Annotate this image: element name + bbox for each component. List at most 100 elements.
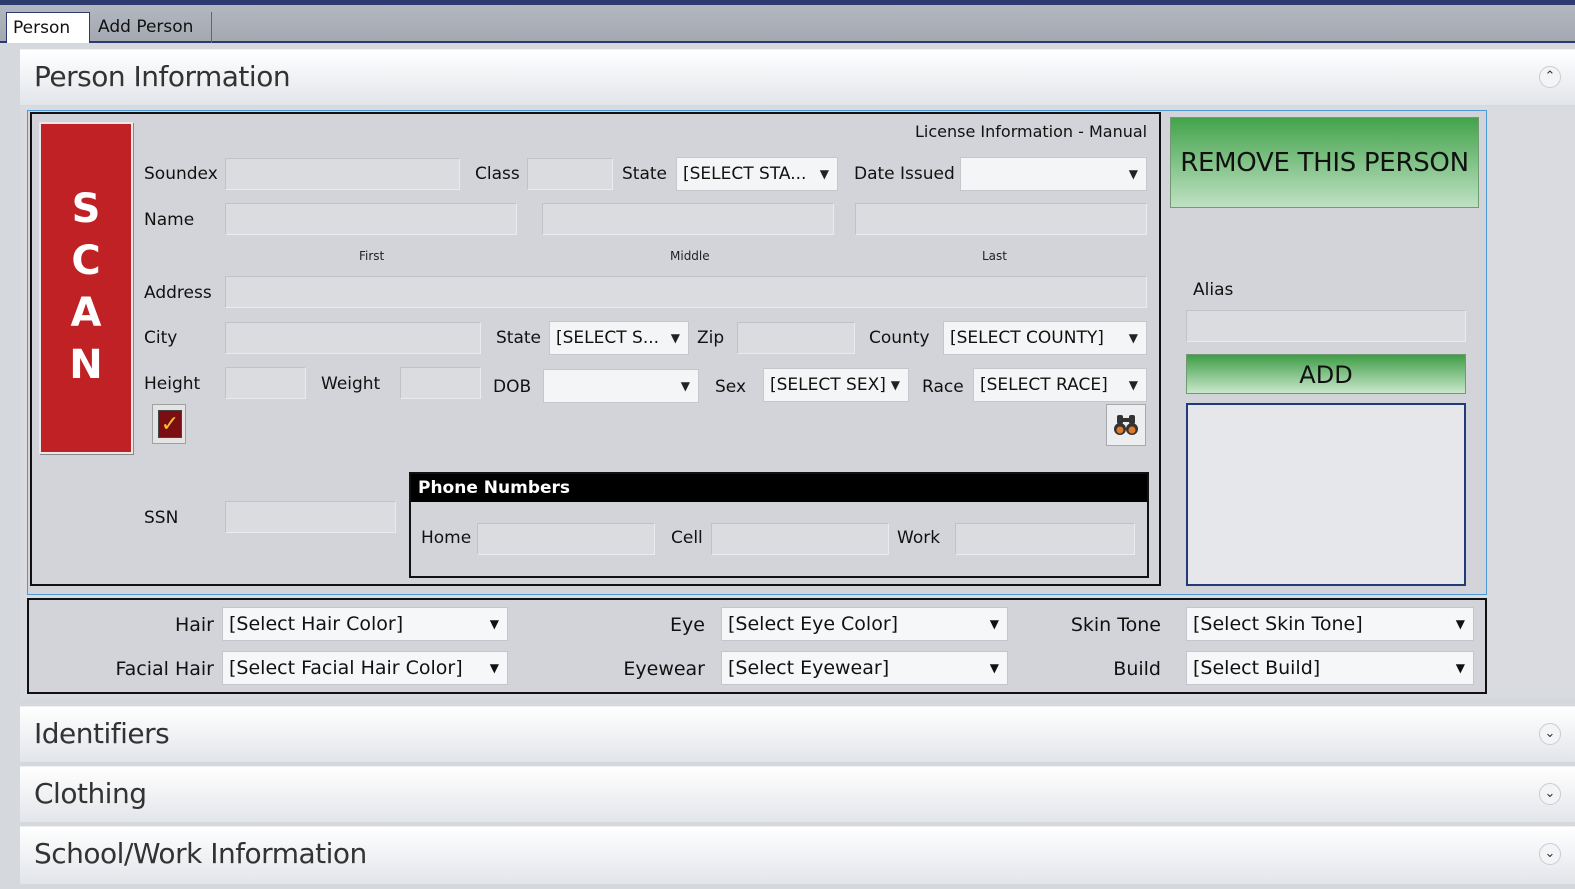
select-value: [Select Eye Color] — [728, 613, 899, 635]
ssn-input[interactable] — [225, 501, 396, 533]
collapse-icon[interactable]: ⌃ — [1539, 66, 1561, 88]
select-value: [Select Skin Tone] — [1193, 613, 1363, 635]
license-checkbox[interactable]: ✓ — [152, 404, 186, 444]
checkmark-icon: ✓ — [158, 410, 182, 438]
weight-label: Weight — [321, 374, 381, 394]
select-value: [SELECT COUNTY] — [950, 328, 1104, 348]
scan-letter: C — [71, 238, 101, 284]
ssn-label: SSN — [144, 508, 179, 528]
sex-label: Sex — [715, 377, 747, 397]
expand-icon[interactable]: ⌄ — [1539, 843, 1561, 865]
facial-hair-label: Facial Hair — [115, 658, 214, 680]
section-title: Clothing — [34, 777, 147, 810]
expand-icon[interactable]: ⌄ — [1539, 783, 1561, 805]
class-label: Class — [475, 164, 520, 184]
dropdown-arrow-icon: ▼ — [819, 167, 829, 181]
address-state-select[interactable]: [SELECT S... ▼ — [549, 321, 689, 355]
expand-icon[interactable]: ⌄ — [1539, 723, 1561, 745]
last-name-input[interactable] — [855, 203, 1147, 235]
select-value: [Select Hair Color] — [229, 613, 404, 635]
first-caption: First — [359, 249, 385, 263]
select-value: [SELECT RACE] — [980, 375, 1108, 395]
dob-label: DOB — [493, 377, 532, 397]
alias-list[interactable] — [1186, 403, 1466, 586]
county-label: County — [869, 328, 930, 348]
select-value: [SELECT S... — [556, 328, 660, 348]
license-state-select[interactable]: [SELECT STA... ▼ — [676, 157, 838, 191]
eye-color-select[interactable]: [Select Eye Color] ▼ — [721, 607, 1008, 641]
dropdown-arrow-icon: ▼ — [890, 378, 900, 392]
dropdown-arrow-icon: ▼ — [1455, 617, 1465, 631]
zip-label: Zip — [697, 328, 725, 348]
cell-phone-label: Cell — [671, 528, 703, 548]
section-title: Identifiers — [34, 717, 170, 750]
class-input[interactable] — [527, 158, 613, 190]
weight-input[interactable] — [400, 367, 481, 399]
dob-picker[interactable]: ▼ — [543, 369, 699, 403]
address-input[interactable] — [225, 276, 1147, 308]
eye-label: Eye — [670, 614, 705, 636]
skin-tone-select[interactable]: [Select Skin Tone] ▼ — [1186, 607, 1474, 641]
alias-input[interactable] — [1186, 310, 1466, 342]
dropdown-arrow-icon: ▼ — [1128, 167, 1138, 181]
hair-color-select[interactable]: [Select Hair Color] ▼ — [222, 607, 508, 641]
name-label: Name — [144, 210, 195, 230]
eyewear-select[interactable]: [Select Eyewear] ▼ — [721, 651, 1008, 685]
add-alias-button[interactable]: ADD — [1186, 354, 1466, 394]
race-select[interactable]: [SELECT RACE] ▼ — [973, 368, 1147, 402]
height-input[interactable] — [225, 367, 306, 399]
scan-letter: N — [69, 342, 103, 388]
county-select[interactable]: [SELECT COUNTY] ▼ — [943, 321, 1147, 355]
scan-letter: S — [71, 186, 101, 232]
soundex-label: Soundex — [144, 164, 218, 184]
middle-name-input[interactable] — [542, 203, 834, 235]
select-value: [SELECT SEX] — [770, 375, 886, 395]
first-name-input[interactable] — [225, 203, 517, 235]
home-phone-input[interactable] — [477, 523, 655, 555]
dropdown-arrow-icon: ▼ — [489, 617, 499, 631]
binoculars-icon[interactable] — [1106, 404, 1146, 446]
facial-hair-select[interactable]: [Select Facial Hair Color] ▼ — [222, 651, 508, 685]
state-label: State — [622, 164, 667, 184]
scan-letter: A — [70, 290, 102, 336]
dropdown-arrow-icon: ▼ — [989, 661, 999, 675]
dropdown-arrow-icon: ▼ — [670, 331, 680, 345]
phone-numbers-title: Phone Numbers — [411, 474, 1147, 502]
dropdown-arrow-icon: ▼ — [1128, 378, 1138, 392]
scan-button[interactable]: S C A N — [39, 122, 133, 454]
tab-person-1[interactable]: Person 1 — [6, 12, 90, 69]
soundex-input[interactable] — [225, 158, 460, 190]
last-caption: Last — [982, 249, 1007, 263]
select-value: [SELECT STA... — [683, 164, 807, 184]
work-phone-input[interactable] — [955, 523, 1135, 555]
sex-select[interactable]: [SELECT SEX] ▼ — [763, 368, 909, 402]
dropdown-arrow-icon: ▼ — [489, 661, 499, 675]
remove-person-button[interactable]: REMOVE THIS PERSON — [1170, 117, 1479, 208]
section-header-school-work[interactable]: School/Work Information ⌄ — [20, 826, 1575, 884]
dropdown-arrow-icon: ▼ — [989, 617, 999, 631]
work-phone-label: Work — [897, 528, 941, 548]
date-issued-picker[interactable]: ▼ — [960, 157, 1147, 191]
middle-caption: Middle — [670, 249, 710, 263]
zip-input[interactable] — [737, 322, 855, 354]
city-input[interactable] — [225, 322, 481, 354]
date-issued-label: Date Issued — [854, 164, 955, 184]
hair-label: Hair — [174, 614, 214, 636]
height-label: Height — [144, 374, 201, 394]
section-header-clothing[interactable]: Clothing ⌄ — [20, 766, 1575, 822]
tab-add-person[interactable]: Add Person + — [92, 12, 212, 68]
skin-tone-label: Skin Tone — [1070, 614, 1161, 636]
section-header-identifiers[interactable]: Identifiers ⌄ — [20, 706, 1575, 762]
home-phone-label: Home — [421, 528, 472, 548]
race-label: Race — [922, 377, 964, 397]
cell-phone-input[interactable] — [711, 523, 889, 555]
build-select[interactable]: [Select Build] ▼ — [1186, 651, 1474, 685]
address-state-label: State — [496, 328, 541, 348]
dropdown-arrow-icon: ▼ — [1455, 661, 1465, 675]
eyewear-label: Eyewear — [623, 658, 705, 680]
phone-numbers-panel: Phone Numbers Home Cell Work — [409, 472, 1149, 578]
address-label: Address — [144, 283, 212, 303]
license-header: License Information - Manual — [915, 122, 1148, 141]
section-header-person-information[interactable]: Person Information ⌃ — [20, 49, 1575, 105]
city-label: City — [144, 328, 178, 348]
